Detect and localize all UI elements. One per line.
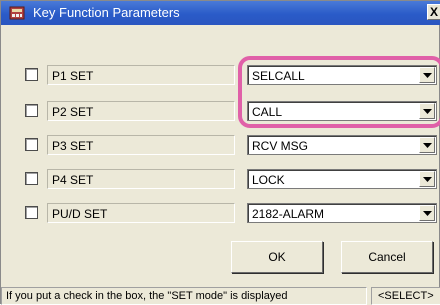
p1-set-label: P1 SET: [47, 65, 235, 85]
p3-dropdown-button[interactable]: [419, 137, 435, 153]
ok-button[interactable]: OK: [231, 241, 323, 273]
p2-set-label: P2 SET: [47, 101, 235, 121]
app-icon: [9, 5, 27, 21]
p2-set-checkbox[interactable]: [25, 104, 38, 117]
key-function-parameters-dialog: Key Function Parameters X P1 SET SELCALL…: [0, 0, 440, 305]
close-button[interactable]: X: [427, 4, 440, 20]
p4-function-value: LOCK: [252, 173, 285, 187]
row-p3: P3 SET RCV MSG: [1, 133, 440, 157]
cancel-button[interactable]: Cancel: [341, 241, 433, 273]
status-bar: If you put a check in the box, the "SET …: [1, 287, 440, 305]
close-icon: X: [430, 5, 439, 19]
status-message: If you put a check in the box, the "SET …: [1, 287, 367, 305]
p3-set-label: P3 SET: [47, 135, 235, 155]
row-pud: PU/D SET 2182-ALARM: [1, 201, 440, 225]
p1-set-checkbox[interactable]: [25, 68, 38, 81]
title-bar: Key Function Parameters X: [1, 1, 440, 25]
chevron-down-icon: [423, 177, 432, 182]
pud-function-select[interactable]: 2182-ALARM: [247, 203, 437, 223]
pud-set-checkbox[interactable]: [25, 206, 38, 219]
p4-set-label: P4 SET: [47, 169, 235, 189]
chevron-down-icon: [423, 143, 432, 148]
pud-dropdown-button[interactable]: [419, 205, 435, 221]
pud-function-value: 2182-ALARM: [252, 207, 325, 221]
p4-dropdown-button[interactable]: [419, 171, 435, 187]
p3-set-checkbox[interactable]: [25, 138, 38, 151]
status-mode: <SELECT>: [371, 287, 440, 305]
p3-function-value: RCV MSG: [252, 139, 309, 153]
row-p4: P4 SET LOCK: [1, 167, 440, 191]
window-title: Key Function Parameters: [33, 5, 180, 20]
p4-set-checkbox[interactable]: [25, 172, 38, 185]
pud-set-label: PU/D SET: [47, 203, 235, 223]
highlight-annotation: [238, 56, 440, 128]
p4-function-select[interactable]: LOCK: [247, 169, 437, 189]
p3-function-select[interactable]: RCV MSG: [247, 135, 437, 155]
chevron-down-icon: [423, 211, 432, 216]
